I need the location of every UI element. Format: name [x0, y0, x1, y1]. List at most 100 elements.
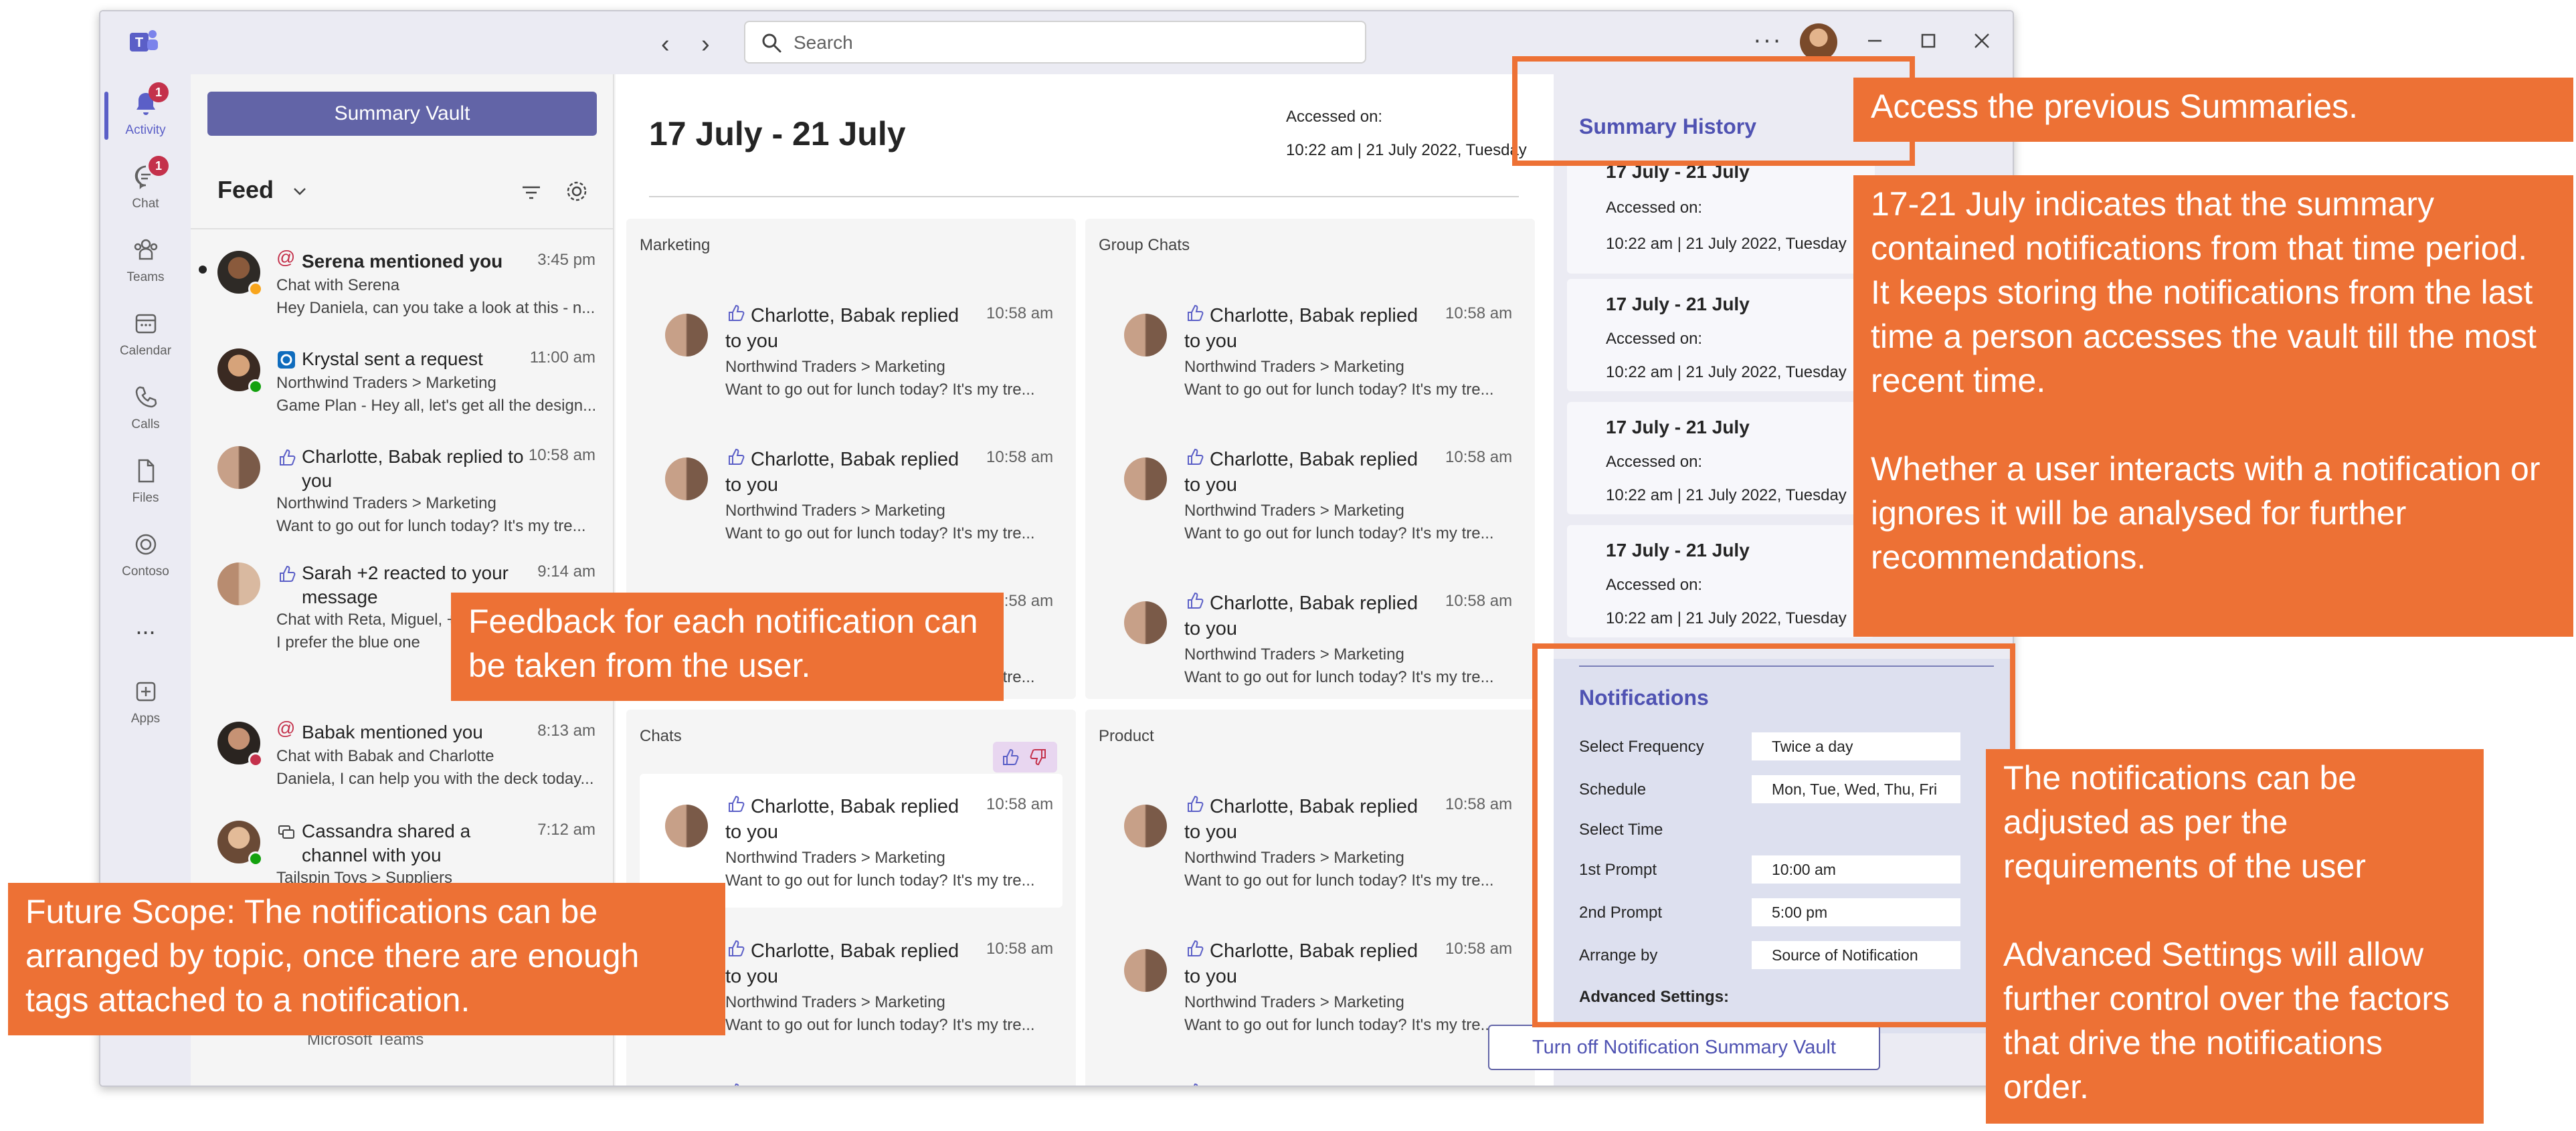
- card-time: 10:58 am: [986, 304, 1054, 322]
- rail-item-more[interactable]: ...: [100, 593, 191, 667]
- annotation-settings: The notifications can be adjusted as per…: [1986, 749, 2484, 1124]
- card-context: Northwind Traders > Marketing: [1184, 502, 1404, 520]
- feed-item-preview: Game Plan - Hey all, let's get all the d…: [276, 397, 597, 415]
- summary-date-range: 17 July - 21 July: [649, 115, 906, 152]
- close-icon[interactable]: [1967, 26, 1997, 56]
- maximize-icon[interactable]: [1914, 26, 1943, 56]
- rail-item-apps[interactable]: Apps: [100, 667, 191, 740]
- teams-icon: [134, 239, 157, 260]
- history-item[interactable]: 17 July - 21 July Accessed on: 10:22 am …: [1567, 161, 1875, 274]
- feed-item-preview: Want to go out for lunch today? It's my …: [276, 517, 586, 535]
- filter-icon[interactable]: [519, 180, 544, 205]
- turn-off-vault-button[interactable]: Turn off Notification Summary Vault: [1488, 1025, 1880, 1070]
- card-context: Northwind Traders > Marketing: [725, 849, 945, 867]
- card-time: 10:58 am: [1445, 304, 1513, 322]
- rail-item-calls[interactable]: Calls: [100, 373, 191, 446]
- feed-item-context: Northwind Traders > Marketing: [276, 494, 496, 512]
- notification-card[interactable]: Charlotte, Babak replied to you 10:58 am…: [1099, 252, 1522, 399]
- history-accessed-label: Accessed on:: [1606, 576, 1703, 594]
- rail-label: Calls: [131, 417, 160, 431]
- search-input[interactable]: [794, 29, 1342, 57]
- card-time: 10:58 am: [986, 940, 1054, 958]
- card-title: Charlotte, Babak replied to you: [725, 305, 959, 352]
- annotation-future-scope: Future Scope: The notifications can be a…: [8, 883, 725, 1035]
- more-options-icon[interactable]: ···: [1753, 26, 1782, 55]
- notification-card[interactable]: Charlotte, Babak replied to you 10:58 am…: [640, 396, 1063, 542]
- history-accessed-value: 10:22 am | 21 July 2022, Tuesday: [1606, 486, 1847, 504]
- avatar: [665, 314, 708, 356]
- rail-item-calendar[interactable]: Calendar: [100, 299, 191, 373]
- card-time: 10:58 am: [1445, 795, 1513, 813]
- status-online-icon: [248, 379, 263, 394]
- rail-label: Apps: [130, 712, 161, 726]
- thumbs-up-icon[interactable]: [1000, 747, 1020, 767]
- back-arrow-icon[interactable]: ‹: [661, 30, 670, 59]
- notification-card[interactable]: Charlotte, Babak replied to you 10:58 am: [1099, 1031, 1522, 1086]
- thumbs-up-icon: [280, 449, 296, 466]
- card-context: Northwind Traders > Marketing: [725, 358, 945, 376]
- feed-item[interactable]: @ Babak mentioned you 8:13 am Chat with …: [191, 710, 614, 803]
- section-product: Product Charlotte, Babak replied to you …: [1085, 710, 1535, 1086]
- card-context: Northwind Traders > Marketing: [1184, 849, 1404, 867]
- rail-item-contoso[interactable]: Contoso: [100, 520, 191, 593]
- rail-item-teams[interactable]: Teams: [100, 225, 191, 299]
- history-range: 17 July - 21 July: [1606, 294, 1750, 314]
- notification-card[interactable]: Charlotte, Babak replied to you 10:58 am…: [1099, 396, 1522, 542]
- user-avatar[interactable]: [1800, 23, 1837, 61]
- thumbs-down-icon[interactable]: [1029, 747, 1049, 767]
- status-away-icon: [248, 282, 263, 296]
- contoso-icon: [135, 534, 156, 555]
- feed-item-title: Babak mentioned you: [302, 722, 483, 742]
- feed-item-title: Krystal sent a request: [302, 348, 483, 369]
- feed-item-time: 10:58 am: [528, 446, 595, 464]
- feed-item[interactable]: Charlotte, Babak replied to you 10:58 am…: [191, 434, 614, 535]
- history-item[interactable]: 17 July - 21 July Accessed on: 10:22 am …: [1567, 525, 1875, 637]
- phone-icon: [135, 386, 157, 408]
- feed-title[interactable]: Feed: [217, 176, 274, 204]
- feed-item-context: Chat with Babak and Charlotte: [276, 747, 494, 765]
- card-time: 10:58 am: [986, 795, 1054, 813]
- request-app-icon: [278, 351, 295, 369]
- rail-item-chat[interactable]: 1 Chat: [100, 152, 191, 225]
- notification-card[interactable]: Charlotte, Babak replied to you 10:58 am…: [1099, 743, 1522, 890]
- mention-icon: @: [276, 247, 296, 268]
- feed-divider: [191, 228, 614, 229]
- card-title: Charlotte, Babak replied to you: [1184, 449, 1418, 496]
- history-item[interactable]: 17 July - 21 July Accessed on: 10:22 am …: [1567, 402, 1875, 514]
- rail-item-files[interactable]: Files: [100, 446, 191, 520]
- history-item[interactable]: 17 July - 21 July Accessed on: 10:22 am …: [1567, 279, 1875, 391]
- feed-item-time: 11:00 am: [529, 348, 595, 367]
- gear-icon[interactable]: [563, 177, 591, 205]
- avatar: [1124, 314, 1167, 356]
- avatar: [1124, 949, 1167, 992]
- card-time: 10:58 am: [1445, 940, 1513, 958]
- notification-card[interactable]: Charlotte, Babak replied to you 10:58 am…: [1099, 540, 1522, 686]
- section-title: Chats: [640, 727, 682, 745]
- history-accessed-label: Accessed on:: [1606, 453, 1703, 471]
- history-accessed-label: Accessed on:: [1606, 199, 1703, 217]
- feed-item-preview: Hey Daniela, can you take a look at this…: [276, 299, 595, 317]
- notification-card[interactable]: Charlotte, Babak replied to you 10:58 am: [640, 1031, 1063, 1086]
- feed-item[interactable]: @ Serena mentioned you 3:45 pm Chat with…: [191, 239, 614, 332]
- shared-channel-icon: [278, 825, 294, 839]
- minimize-icon[interactable]: [1860, 26, 1890, 56]
- card-context: Northwind Traders > Marketing: [1184, 645, 1404, 663]
- annotation-frame-settings: [1532, 643, 2015, 1027]
- calendar-icon: [135, 314, 156, 334]
- rail-label: Calendar: [119, 344, 172, 358]
- card-title: Charlotte, Babak replied to you: [1184, 593, 1418, 639]
- section-group-chats: Group Chats Charlotte, Babak replied to …: [1085, 219, 1535, 699]
- notification-card[interactable]: Charlotte, Babak replied to you 10:58 am…: [1099, 888, 1522, 1034]
- teams-logo-icon: T: [130, 30, 158, 52]
- rail-item-activity[interactable]: 1 Activity: [100, 78, 191, 152]
- summary-vault-button[interactable]: Summary Vault: [207, 92, 597, 136]
- avatar: [1124, 805, 1167, 847]
- feed-item[interactable]: Krystal sent a request 11:00 am Northwin…: [191, 336, 614, 430]
- forward-arrow-icon[interactable]: ›: [701, 30, 710, 59]
- search-box[interactable]: [744, 21, 1366, 64]
- notification-card[interactable]: Charlotte, Babak replied to you 10:58 am…: [640, 252, 1063, 399]
- avatar: [1124, 601, 1167, 644]
- feed-item-preview: Daniela, I can help you with the deck to…: [276, 770, 594, 788]
- chevron-down-icon[interactable]: [290, 181, 310, 201]
- feed-item-time: 8:13 am: [537, 722, 595, 740]
